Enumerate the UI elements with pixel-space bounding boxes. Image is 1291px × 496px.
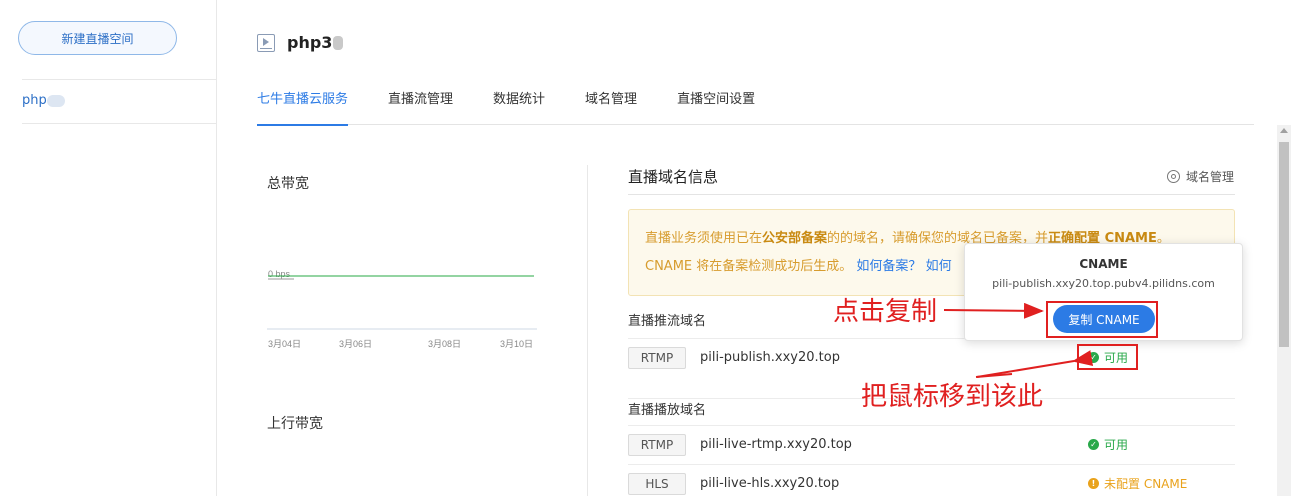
- arrow-to-status: [976, 350, 1094, 378]
- arrow-to-copy: [943, 302, 1044, 319]
- vertical-scrollbar[interactable]: [1277, 125, 1291, 496]
- scroll-up-arrow-icon[interactable]: [1280, 128, 1288, 133]
- annotation-arrows: [943, 302, 1094, 378]
- annotation-click-copy: 点击复制: [833, 297, 938, 327]
- scroll-thumb[interactable]: [1279, 142, 1289, 347]
- annotation-hover-here: 把鼠标移到该此: [861, 382, 1044, 412]
